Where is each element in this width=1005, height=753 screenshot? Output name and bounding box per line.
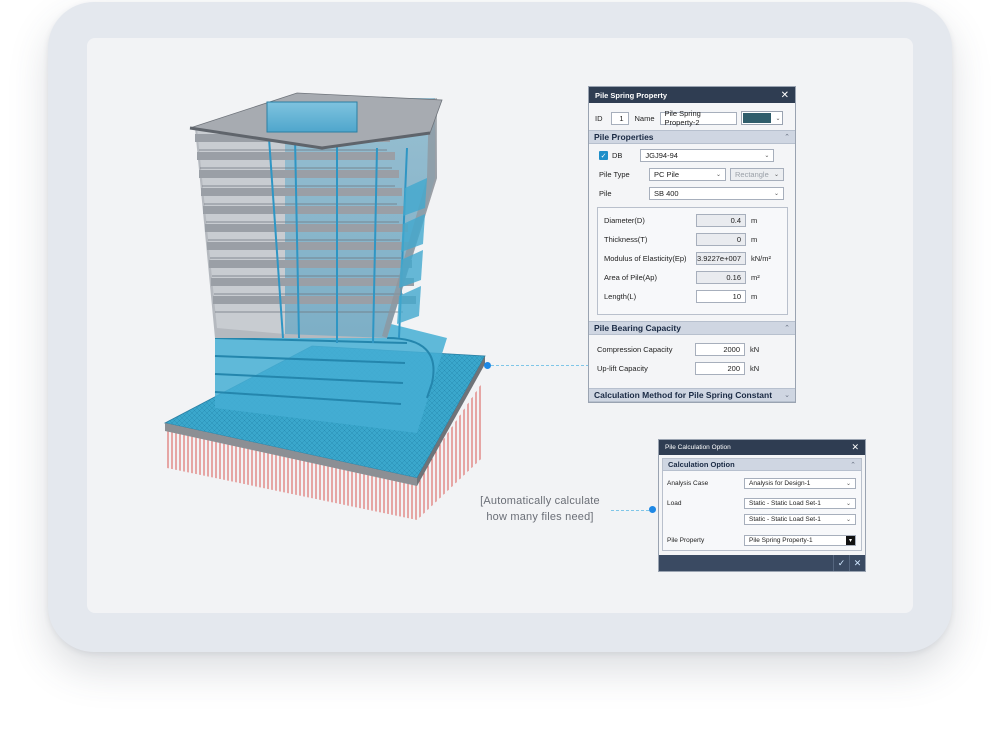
prop-unit: kN/m² [751, 254, 771, 263]
chevron-down-icon: ⌄ [773, 172, 779, 178]
db-label: DB [612, 151, 623, 160]
uplift-input[interactable]: 200 [695, 362, 745, 375]
chevron-down-icon: ⌄ [845, 517, 851, 523]
pile-property-value: Pile Spring Property-1 [749, 537, 813, 544]
prop-label: Modulus of Elasticity(Ep) [604, 254, 687, 263]
analysis-case-label: Analysis Case [667, 480, 709, 487]
ok-check-icon[interactable]: ✓ [833, 555, 849, 571]
chevron-down-icon: ⌄ [845, 501, 851, 507]
pile-type-value: PC Pile [654, 170, 680, 179]
load-select-1[interactable]: Static - Static Load Set-1 ⌄ [744, 498, 856, 509]
dialog-footer: ✓ ✕ [659, 555, 865, 571]
prop-label: Diameter(D) [604, 216, 645, 225]
load-select-2[interactable]: Static - Static Load Set-1 ⌄ [744, 514, 856, 525]
length-input[interactable]: 10 [696, 290, 746, 303]
dialog-title: Pile Spring Property [595, 90, 668, 100]
section-calculation-option[interactable]: Calculation Option ⌃ [663, 459, 861, 471]
dialog-title: Pile Calculation Option [665, 444, 731, 451]
app-screen: Pile Spring Property ✕ ID 1 Name Pile Sp… [87, 38, 913, 613]
callout-line-calc [611, 510, 649, 511]
prop-unit: m [751, 292, 758, 301]
prop-value: 3.9227e+007 [696, 252, 746, 265]
prop-value: 0 [696, 233, 746, 246]
compression-unit: kN [750, 345, 760, 354]
pile-type-select[interactable]: PC Pile ⌄ [649, 168, 726, 181]
chevron-down-icon: ⌄ [845, 481, 851, 487]
uplift-unit: kN [750, 364, 760, 373]
section-title: Calculation Option [668, 460, 735, 469]
analysis-case-value: Analysis for Design-1 [749, 480, 811, 487]
db-checkbox[interactable]: ✓ [599, 151, 608, 160]
chevron-down-icon: ⌄ [784, 392, 790, 399]
dropdown-arrow-icon: ▾ [846, 536, 855, 545]
chevron-down-icon: ⌄ [764, 153, 770, 159]
color-swatch [742, 113, 772, 123]
chevron-up-icon: ⌃ [850, 461, 856, 469]
prop-label: Length(L) [604, 292, 637, 301]
load-label: Load [667, 500, 682, 507]
section-calculation-method[interactable]: Calculation Method for Pile Spring Const… [589, 388, 795, 402]
db-value: JGJ94-94 [645, 151, 678, 160]
pile-property-select[interactable]: Pile Spring Property-1 ▾ [744, 535, 856, 546]
id-field[interactable]: 1 [610, 111, 629, 125]
dialog-titlebar: Pile Calculation Option ✕ [659, 440, 865, 455]
callout-line-property [491, 365, 589, 366]
prop-value: 0.4 [696, 214, 746, 227]
db-select[interactable]: JGJ94-94 ⌄ [640, 149, 775, 162]
load-value-1: Static - Static Load Set-1 [749, 500, 821, 507]
prop-label: Thickness(T) [604, 235, 648, 244]
uplift-label: Up-lift Capacity [597, 364, 648, 373]
callout-caption: [Automatically calculate how many files … [472, 493, 608, 525]
section-title: Pile Bearing Capacity [594, 323, 681, 333]
section-pile-properties[interactable]: Pile Properties ⌃ [589, 130, 795, 144]
dialog-titlebar: Pile Spring Property ✕ [589, 87, 795, 103]
callout-dot-calc [649, 506, 656, 513]
pile-spring-property-dialog: Pile Spring Property ✕ ID 1 Name Pile Sp… [588, 86, 796, 403]
calc-option-group: Calculation Option ⌃ Analysis Case Analy… [662, 458, 862, 551]
callout-dot-property [484, 362, 491, 369]
prop-unit: m² [751, 273, 760, 282]
caption-line-2: how many files need] [486, 511, 594, 523]
prop-label: Area of Pile(Ap) [604, 273, 657, 282]
name-field[interactable]: Pile Spring Property-2 [659, 109, 737, 127]
pile-property-label: Pile Property [667, 537, 705, 544]
pile-type-label: Pile Type [599, 170, 630, 179]
section-pile-bearing-capacity[interactable]: Pile Bearing Capacity ⌃ [589, 321, 795, 335]
close-icon[interactable]: ✕ [781, 90, 789, 101]
close-icon[interactable]: ✕ [851, 442, 859, 453]
shape-value: Rectangle [735, 170, 769, 179]
chevron-down-icon: ⌄ [775, 115, 781, 122]
prop-value: 0.16 [696, 271, 746, 284]
chevron-down-icon: ⌄ [773, 191, 779, 197]
cancel-close-icon[interactable]: ✕ [849, 555, 865, 571]
chevron-up-icon: ⌃ [784, 325, 790, 332]
compression-label: Compression Capacity [597, 345, 673, 354]
compression-input[interactable]: 2000 [695, 343, 745, 356]
analysis-case-select[interactable]: Analysis for Design-1 ⌄ [744, 478, 856, 489]
color-picker[interactable]: ⌄ [740, 111, 783, 125]
chevron-down-icon: ⌄ [715, 172, 721, 178]
chevron-up-icon: ⌃ [784, 134, 790, 141]
pile-dimensions-group: Diameter(D) 0.4 m Thickness(T) 0 m Modul… [597, 207, 788, 315]
load-value-2: Static - Static Load Set-1 [749, 516, 821, 523]
pile-calculation-option-dialog: Pile Calculation Option ✕ Calculation Op… [658, 439, 866, 572]
name-label: Name [634, 113, 655, 123]
prop-unit: m [751, 235, 758, 244]
caption-line-1: [Automatically calculate [480, 495, 600, 507]
shape-select: Rectangle ⌄ [730, 168, 784, 181]
id-label: ID [595, 113, 603, 123]
pile-select[interactable]: SB 400 ⌄ [649, 187, 784, 200]
pile-label: Pile [599, 189, 612, 198]
pile-value: SB 400 [654, 189, 679, 198]
section-title: Calculation Method for Pile Spring Const… [594, 390, 773, 400]
section-title: Pile Properties [594, 132, 654, 142]
prop-unit: m [751, 216, 758, 225]
